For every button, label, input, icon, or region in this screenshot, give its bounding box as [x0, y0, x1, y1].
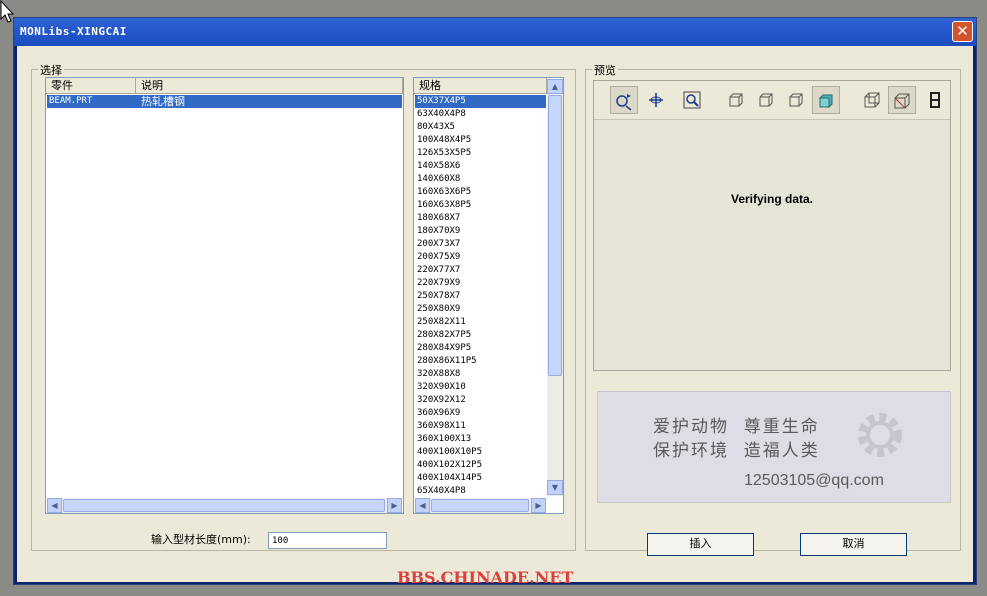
close-button[interactable]: ✕ — [952, 21, 973, 42]
spec-list-item[interactable]: 160X63X8P5 — [415, 199, 546, 212]
spec-list-item[interactable]: 160X63X6P5 — [415, 186, 546, 199]
cancel-button[interactable]: 取消 — [800, 533, 907, 556]
hscroll-thumb[interactable] — [431, 499, 529, 512]
spec-items: 50X37X4P5 63X40X4P8 80X43X5 100X48X4P5 126X5… — [415, 95, 546, 496]
pan-icon[interactable] — [642, 86, 670, 114]
column-header-desc[interactable]: 说明 — [136, 78, 403, 94]
banner-image: 爱护动物 尊重生命 保护环境 造福人类 12503105@qq.com — [597, 391, 951, 503]
spec-list-item[interactable]: 80X43X5 — [415, 121, 546, 134]
cell-desc: 热轧槽钢 — [141, 95, 185, 108]
scroll-left-icon[interactable]: ◀ — [47, 498, 62, 513]
cell-part: BEAM.PRT — [49, 96, 93, 106]
preview-toolbar — [594, 81, 950, 120]
spec-list-item[interactable]: 400X100X10P5 — [415, 446, 546, 459]
hscroll-thumb[interactable] — [63, 499, 385, 512]
spec-list-item[interactable]: 126X53X5P5 — [415, 147, 546, 160]
spec-list-item[interactable]: 220X77X7 — [415, 264, 546, 277]
length-label: 输入型材长度(mm): — [151, 533, 251, 546]
spec-list-item[interactable]: 140X60X8 — [415, 173, 546, 186]
spec-list-item[interactable]: 280X82X7P5 — [415, 329, 546, 342]
mouse-cursor-icon — [0, 0, 15, 23]
spec-list-item[interactable]: 360X100X13 — [415, 433, 546, 446]
spec-list-item[interactable]: 320X92X12 — [415, 394, 546, 407]
spec-list-item[interactable]: 250X78X7 — [415, 290, 546, 303]
spec-list-item[interactable]: 400X102X12P5 — [415, 459, 546, 472]
column-header-spec[interactable]: 规格 — [414, 78, 547, 94]
insert-button[interactable]: 插入 — [647, 533, 754, 556]
view-right-icon[interactable] — [782, 86, 810, 114]
spec-vscrollbar[interactable]: ▲ ▼ — [547, 79, 563, 496]
spec-list-item[interactable]: 360X96X9 — [415, 407, 546, 420]
view-front-icon[interactable] — [722, 86, 750, 114]
spec-list-item[interactable]: 200X75X9 — [415, 251, 546, 264]
spec-list-item[interactable]: 63X40X4P8 — [415, 108, 546, 121]
column-header-part[interactable]: 零件 — [46, 78, 136, 94]
shaded-box-icon[interactable] — [888, 86, 916, 114]
scroll-down-icon[interactable]: ▼ — [547, 480, 563, 495]
spec-list-item[interactable]: 280X86X11P5 — [415, 355, 546, 368]
spec-list-item[interactable]: 140X58X6 — [415, 160, 546, 173]
spec-list-item[interactable]: 280X84X9P5 — [415, 342, 546, 355]
preview-status: Verifying data. — [730, 192, 814, 206]
dialog-window: MONLibs-XINGCAI ✕ 选择 零件 说明 BEAM.PRT 热轧槽钢… — [13, 17, 977, 587]
preview-group-label: 预览 — [592, 62, 618, 78]
parts-hscrollbar[interactable]: ◀ ▶ — [47, 498, 402, 513]
scroll-right-icon[interactable]: ▶ — [531, 498, 546, 513]
parts-list[interactable]: 零件 说明 BEAM.PRT 热轧槽钢 ◀ ▶ — [45, 77, 404, 514]
spec-list-item[interactable]: 320X90X10 — [415, 381, 546, 394]
gear-icon — [858, 413, 902, 457]
window-title: MONLibs-XINGCAI — [20, 25, 127, 38]
spec-list[interactable]: 规格 50X37X4P5 63X40X4P8 80X43X5 100X48X4P5 12… — [413, 77, 564, 514]
select-group-label: 选择 — [38, 62, 64, 78]
spec-list-item[interactable]: 200X73X7 — [415, 238, 546, 251]
zoom-icon[interactable] — [678, 86, 706, 114]
film-icon[interactable] — [924, 86, 946, 114]
watermark-text: BBS.CHINADE.NET — [397, 568, 574, 587]
spec-hscrollbar[interactable]: ◀ ▶ — [415, 498, 546, 513]
spec-list-item[interactable]: 400X104X14P5 — [415, 472, 546, 485]
length-input[interactable] — [268, 532, 387, 549]
view-left-icon[interactable] — [752, 86, 780, 114]
scroll-left-icon[interactable]: ◀ — [415, 498, 430, 513]
vscroll-thumb[interactable] — [548, 95, 562, 376]
spec-list-item[interactable]: 220X79X9 — [415, 277, 546, 290]
title-bar[interactable]: MONLibs-XINGCAI ✕ — [14, 18, 976, 46]
scroll-up-icon[interactable]: ▲ — [547, 79, 563, 94]
banner-email: 12503105@qq.com — [744, 472, 884, 489]
dialog-client: 选择 零件 说明 BEAM.PRT 热轧槽钢 ◀ ▶ 规格 50X37X4P5 6… — [17, 46, 973, 587]
spec-list-item[interactable]: 180X70X9 — [415, 225, 546, 238]
preview-panel: Verifying data. — [593, 80, 951, 371]
spec-list-item[interactable]: 100X48X4P5 — [415, 134, 546, 147]
spec-list-item[interactable]: 50X37X4P5 — [415, 95, 546, 108]
shaded-cube-icon[interactable] — [812, 86, 840, 114]
scroll-right-icon[interactable]: ▶ — [387, 498, 402, 513]
spec-list-item[interactable]: 320X88X8 — [415, 368, 546, 381]
spec-list-item[interactable]: 65X40X4P8 — [415, 485, 546, 496]
wireframe-cube-icon[interactable] — [858, 86, 886, 114]
table-row[interactable]: BEAM.PRT 热轧槽钢 — [47, 95, 402, 108]
spec-list-item[interactable]: 360X98X11 — [415, 420, 546, 433]
rotate-icon[interactable] — [610, 86, 638, 114]
spec-list-item[interactable]: 250X82X11 — [415, 316, 546, 329]
spec-list-item[interactable]: 250X80X9 — [415, 303, 546, 316]
spec-list-item[interactable]: 180X68X7 — [415, 212, 546, 225]
banner-line2: 保护环境 造福人类 — [653, 441, 820, 461]
banner-line1: 爱护动物 尊重生命 — [653, 417, 820, 437]
